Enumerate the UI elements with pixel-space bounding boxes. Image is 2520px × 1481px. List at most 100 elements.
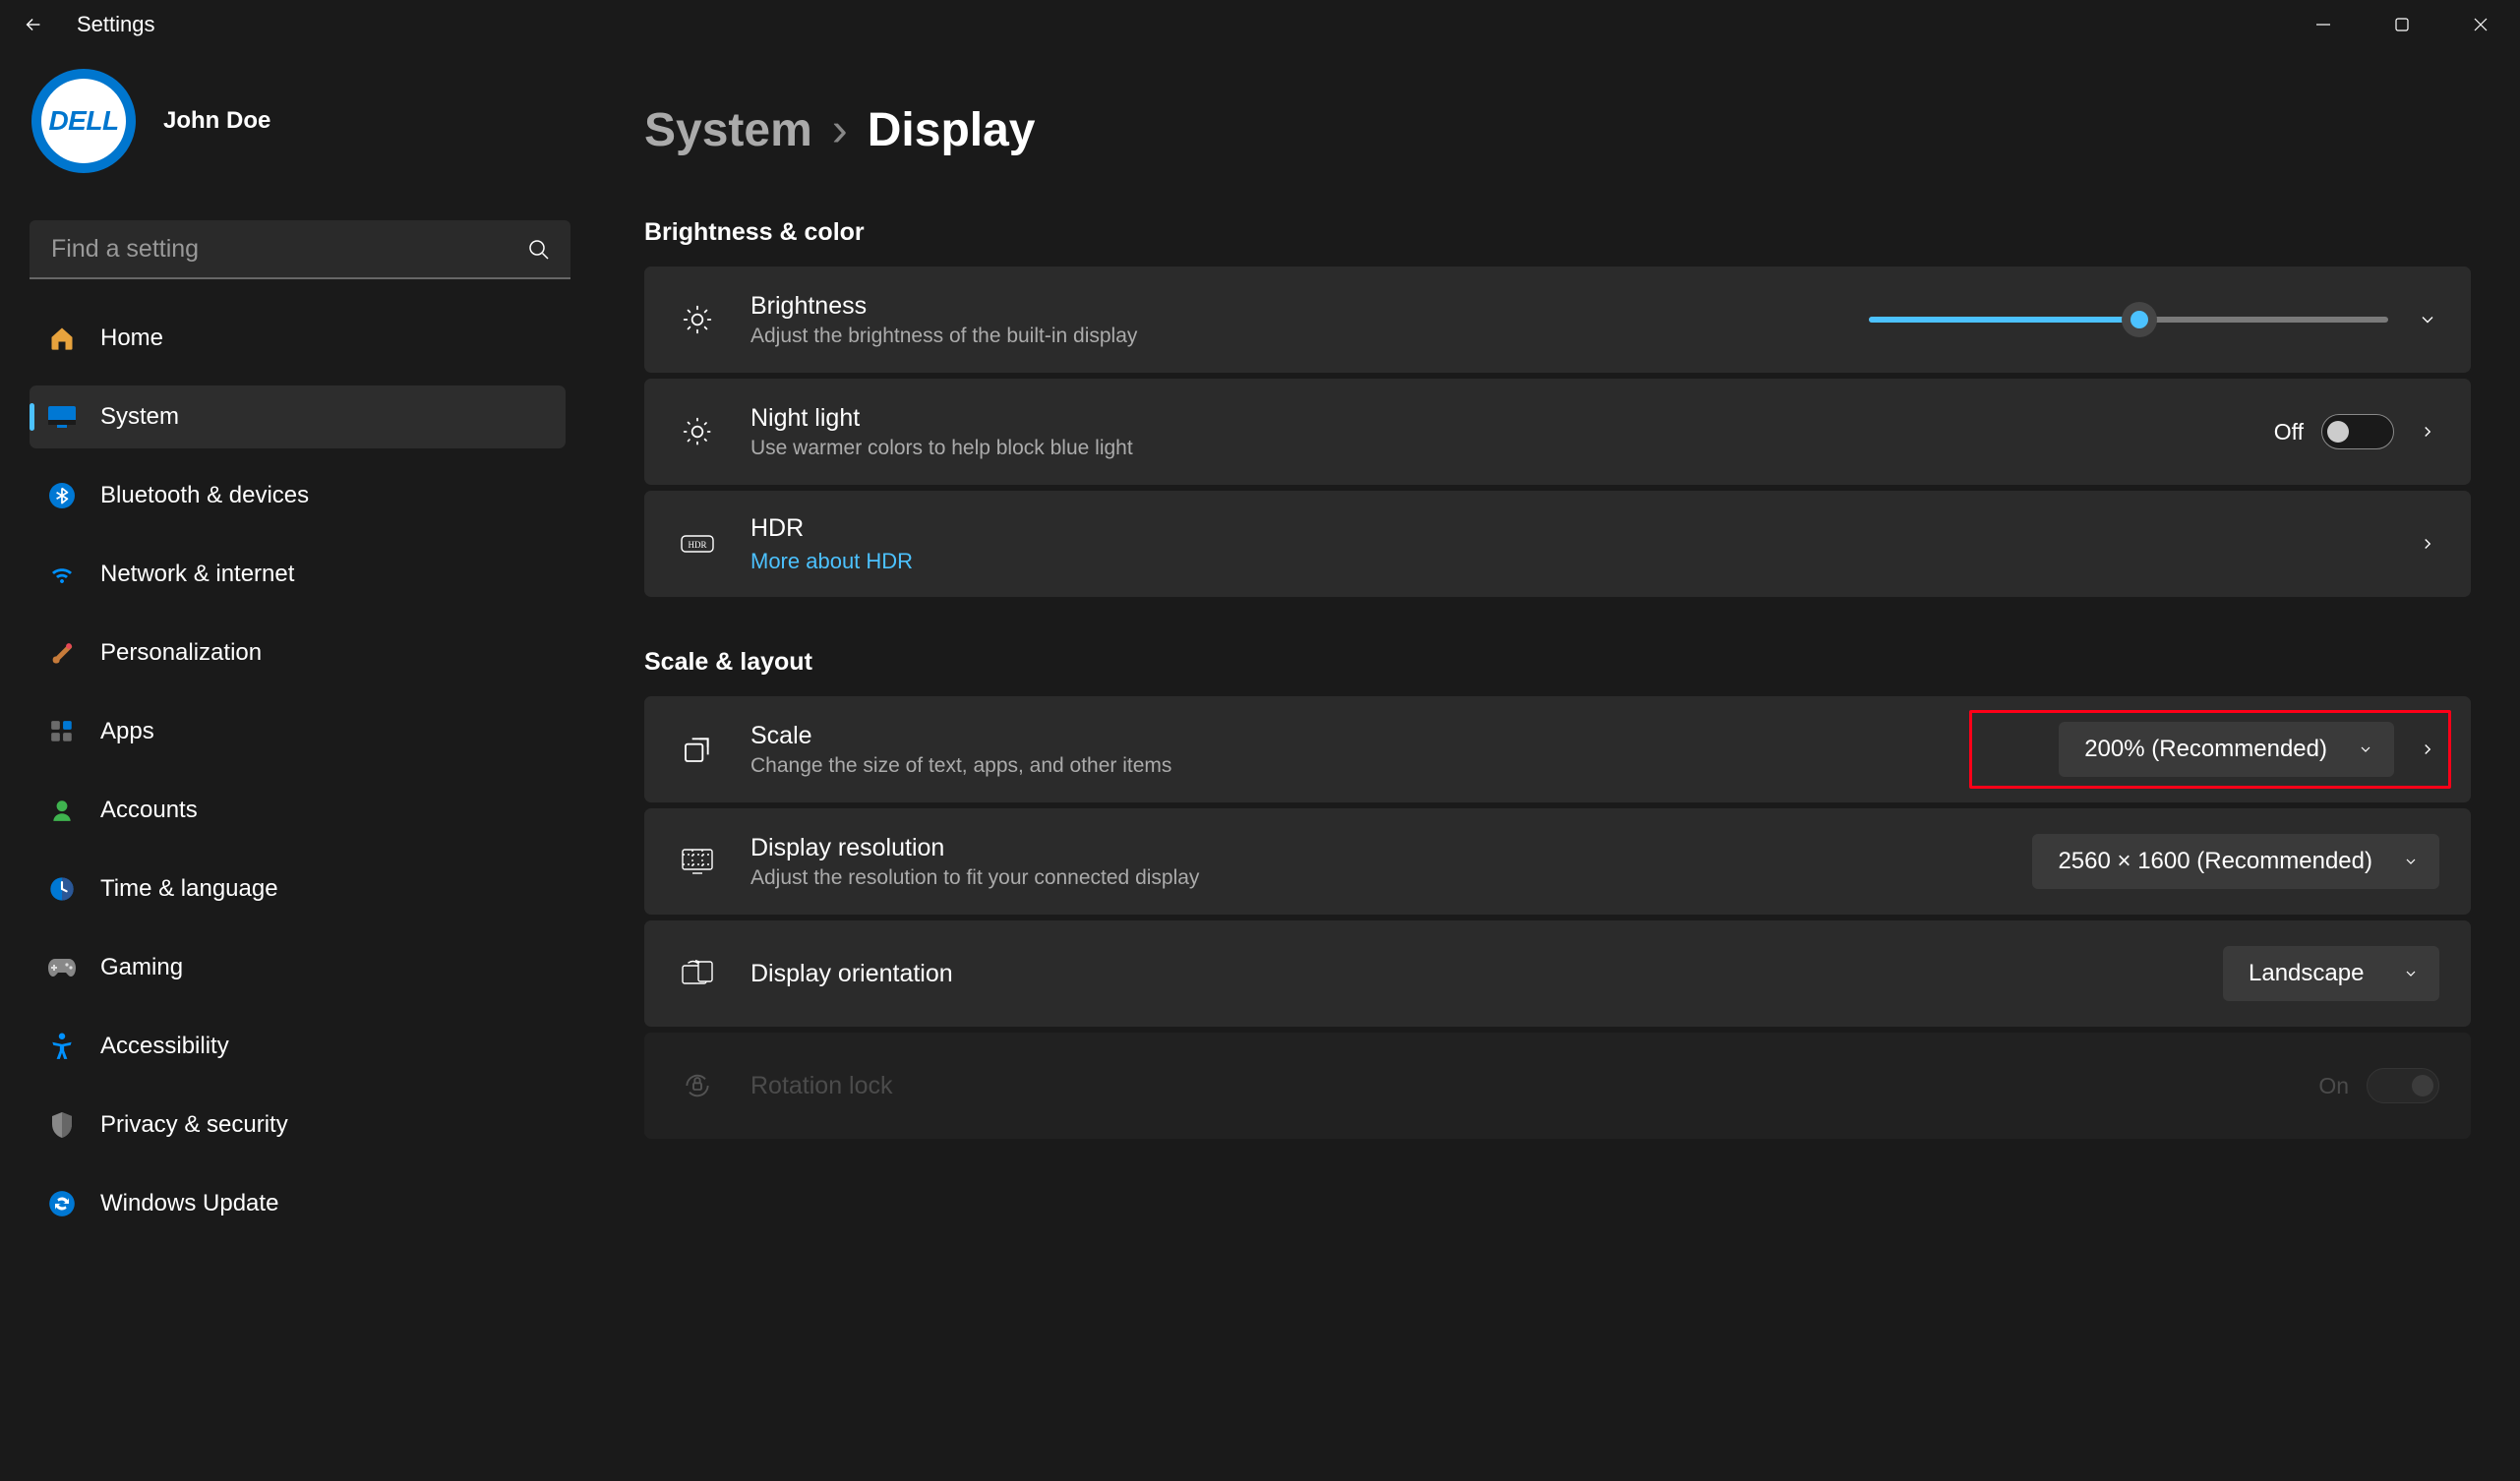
scale-sub: Change the size of text, apps, and other… xyxy=(750,754,1171,778)
brightness-card[interactable]: Brightness Adjust the brightness of the … xyxy=(644,267,2471,373)
hdr-chevron[interactable] xyxy=(2416,532,2439,556)
slider-fill xyxy=(1869,317,2139,323)
back-arrow-icon xyxy=(23,14,44,35)
brightness-sub: Adjust the brightness of the built-in di… xyxy=(750,325,1137,348)
nav-network[interactable]: Network & internet xyxy=(30,543,566,606)
brightness-icon xyxy=(678,304,717,335)
nav-label: Personalization xyxy=(100,639,262,667)
rotation-icon xyxy=(678,1070,717,1101)
section-scale-title: Scale & layout xyxy=(644,648,2471,677)
rotation-state: On xyxy=(2318,1073,2349,1099)
resolution-value: 2560 × 1600 (Recommended) xyxy=(2058,848,2372,875)
nav-apps[interactable]: Apps xyxy=(30,700,566,763)
search-box xyxy=(30,220,570,279)
nightlight-card[interactable]: Night light Use warmer colors to help bl… xyxy=(644,379,2471,485)
nightlight-title: Night light xyxy=(750,404,1133,433)
hdr-link[interactable]: More about HDR xyxy=(750,549,913,574)
titlebar: Settings xyxy=(0,0,2520,49)
window-title: Settings xyxy=(77,12,155,37)
brightness-title: Brightness xyxy=(750,292,1137,321)
scale-icon xyxy=(678,734,717,765)
nav-label: Windows Update xyxy=(100,1190,278,1217)
accounts-icon xyxy=(47,796,77,825)
nav-gaming[interactable]: Gaming xyxy=(30,936,566,999)
hdr-title: HDR xyxy=(750,514,913,543)
avatar: DELL xyxy=(31,69,136,173)
rotation-card: Rotation lock On xyxy=(644,1033,2471,1139)
scale-chevron[interactable] xyxy=(2416,738,2439,761)
breadcrumb-parent[interactable]: System xyxy=(644,103,812,157)
resolution-title: Display resolution xyxy=(750,834,1199,862)
nav-privacy[interactable]: Privacy & security xyxy=(30,1094,566,1156)
bluetooth-icon xyxy=(47,481,77,510)
hdr-card[interactable]: HDR HDR More about HDR xyxy=(644,491,2471,597)
orientation-card[interactable]: Display orientation Landscape xyxy=(644,920,2471,1027)
toggle-knob xyxy=(2412,1075,2433,1096)
personalization-icon xyxy=(47,638,77,668)
slider-thumb[interactable] xyxy=(2122,302,2157,337)
time-icon xyxy=(47,874,77,904)
resolution-dropdown[interactable]: 2560 × 1600 (Recommended) xyxy=(2032,834,2439,889)
expand-brightness[interactable] xyxy=(2416,308,2439,331)
chevron-down-icon xyxy=(2418,310,2437,329)
toggle-knob xyxy=(2327,421,2349,443)
nav-bluetooth[interactable]: Bluetooth & devices xyxy=(30,464,566,527)
apps-icon xyxy=(47,717,77,746)
orientation-value: Landscape xyxy=(2249,960,2372,987)
nav-label: Apps xyxy=(100,718,154,745)
nav-time[interactable]: Time & language xyxy=(30,858,566,920)
maximize-button[interactable] xyxy=(2363,0,2441,49)
breadcrumb-current: Display xyxy=(868,103,1036,157)
system-icon xyxy=(47,402,77,432)
username: John Doe xyxy=(163,107,270,135)
nav-update[interactable]: Windows Update xyxy=(30,1172,566,1235)
minimize-button[interactable] xyxy=(2284,0,2363,49)
rotation-toggle xyxy=(2367,1068,2439,1103)
rotation-title: Rotation lock xyxy=(750,1072,893,1100)
scale-value: 200% (Recommended) xyxy=(2084,736,2327,763)
back-button[interactable] xyxy=(18,9,49,40)
nav-system[interactable]: System xyxy=(30,385,566,448)
scale-dropdown[interactable]: 200% (Recommended) xyxy=(2059,722,2394,777)
home-icon xyxy=(47,324,77,353)
nav-label: Network & internet xyxy=(100,561,294,588)
window-controls xyxy=(2284,0,2520,49)
nav-personalization[interactable]: Personalization xyxy=(30,622,566,684)
nav-accessibility[interactable]: Accessibility xyxy=(30,1015,566,1078)
nav-accounts[interactable]: Accounts xyxy=(30,779,566,842)
resolution-icon xyxy=(678,848,717,875)
maximize-icon xyxy=(2394,17,2410,32)
svg-text:HDR: HDR xyxy=(688,540,706,550)
resolution-card[interactable]: Display resolution Adjust the resolution… xyxy=(644,808,2471,915)
scale-title: Scale xyxy=(750,722,1171,750)
network-icon xyxy=(47,560,77,589)
orientation-icon xyxy=(678,960,717,987)
resolution-sub: Adjust the resolution to fit your connec… xyxy=(750,866,1199,890)
breadcrumb: System › Display xyxy=(644,103,2471,157)
profile[interactable]: DELL John Doe xyxy=(31,69,566,173)
search-input[interactable] xyxy=(30,220,570,279)
brightness-slider[interactable] xyxy=(1869,317,2388,323)
nightlight-toggle[interactable] xyxy=(2321,414,2394,449)
nav-home[interactable]: Home xyxy=(30,307,566,370)
nightlight-chevron[interactable] xyxy=(2416,420,2439,444)
close-button[interactable] xyxy=(2441,0,2520,49)
chevron-right-icon xyxy=(2419,740,2436,758)
gaming-icon xyxy=(47,953,77,982)
nightlight-sub: Use warmer colors to help block blue lig… xyxy=(750,437,1133,460)
search-icon xyxy=(527,238,551,262)
hdr-icon: HDR xyxy=(678,532,717,556)
orientation-dropdown[interactable]: Landscape xyxy=(2223,946,2439,1001)
breadcrumb-separator-icon: › xyxy=(832,103,848,157)
chevron-down-icon xyxy=(2357,740,2374,758)
sidebar: DELL John Doe Home System Bluetooth & de… xyxy=(0,49,575,1481)
scale-card[interactable]: Scale Change the size of text, apps, and… xyxy=(644,696,2471,802)
close-icon xyxy=(2472,16,2490,33)
privacy-icon xyxy=(47,1110,77,1140)
chevron-down-icon xyxy=(2402,965,2420,982)
nav-label: Time & language xyxy=(100,875,278,903)
avatar-text: DELL xyxy=(41,79,126,163)
chevron-right-icon xyxy=(2419,423,2436,441)
chevron-down-icon xyxy=(2402,853,2420,870)
orientation-title: Display orientation xyxy=(750,960,953,988)
